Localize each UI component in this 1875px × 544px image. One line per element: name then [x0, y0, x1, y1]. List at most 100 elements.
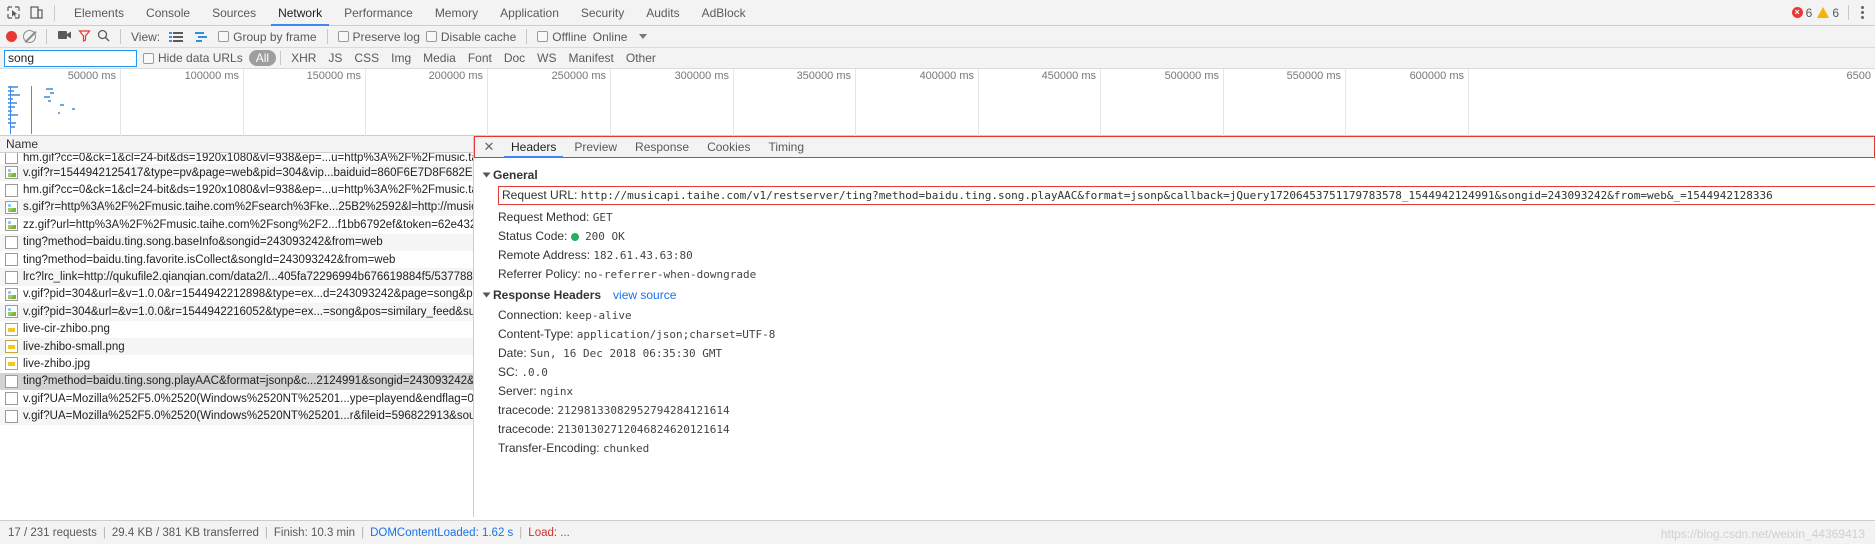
- response-header-key: Date:: [498, 346, 531, 360]
- checkbox-box: [218, 31, 230, 42]
- table-row[interactable]: hm.gif?cc=0&ck=1&cl=24-bit&ds=1920x1080&…: [0, 181, 473, 198]
- tab-preview[interactable]: Preview: [565, 136, 626, 158]
- document-icon: [5, 374, 18, 388]
- toggle-device-toolbar-icon[interactable]: [29, 5, 44, 20]
- response-header-value: Sun, 16 Dec 2018 06:35:30 GMT: [530, 347, 723, 360]
- watermark-text: https://blog.csdn.net/weixin_44369413: [1660, 527, 1865, 541]
- request-method-key: Request Method:: [498, 210, 590, 224]
- column-header-name[interactable]: Name: [0, 136, 473, 153]
- network-overview[interactable]: 50000 ms 100000 ms 150000 ms 200000 ms 25000…: [0, 69, 1875, 136]
- hide-data-urls-checkbox[interactable]: Hide data URLs: [143, 51, 243, 65]
- close-icon[interactable]: ✕: [480, 138, 498, 156]
- tab-sources[interactable]: Sources: [201, 0, 267, 26]
- timeline-tick-label: 250000 ms: [551, 70, 606, 82]
- tab-adblock[interactable]: AdBlock: [691, 0, 757, 26]
- more-options-icon[interactable]: [1858, 4, 1867, 21]
- request-rows: hm.gif?cc=0&ck=1&cl=24-bit&ds=1920x1080&…: [0, 153, 473, 425]
- filter-type-ws[interactable]: WS: [531, 50, 562, 66]
- table-row[interactable]: v.gif?pid=304&url=&v=1.0.0&r=15449422160…: [0, 303, 473, 321]
- tab-performance[interactable]: Performance: [333, 0, 424, 26]
- table-row[interactable]: ting?method=baidu.ting.favorite.isCollec…: [0, 251, 473, 268]
- request-list[interactable]: Name hm.gif?cc=0&ck=1&cl=24-bit&ds=1920x…: [0, 136, 474, 517]
- table-row[interactable]: zz.gif?url=http%3A%2F%2Fmusic.taihe.com%…: [0, 216, 473, 233]
- table-row[interactable]: v.gif?UA=Mozilla%252F5.0%2520(Windows%25…: [0, 407, 473, 425]
- tab-timing[interactable]: Timing: [759, 136, 813, 158]
- throttling-value[interactable]: Online: [593, 30, 628, 44]
- resource-type-filters: All XHR JS CSS Img Media Font Doc WS Man…: [248, 50, 662, 66]
- inspect-element-icon[interactable]: [6, 5, 21, 20]
- response-headers-list: Connection: keep-alive Content-Type: appl…: [484, 306, 1875, 458]
- table-row[interactable]: live-cir-zhibo.png: [0, 321, 473, 338]
- divider: |: [361, 526, 365, 539]
- request-url-row: Request URL: http://musicapi.taihe.com/v…: [498, 186, 1875, 205]
- overview-request-bar: [58, 112, 60, 114]
- group-by-frame-checkbox[interactable]: Group by frame: [218, 30, 317, 44]
- preserve-log-checkbox[interactable]: Preserve log: [337, 30, 420, 44]
- table-row[interactable]: v.gif?UA=Mozilla%252F5.0%2520(Windows%25…: [0, 390, 473, 407]
- list-view-icon[interactable]: [166, 30, 186, 44]
- tab-audits[interactable]: Audits: [635, 0, 690, 26]
- referrer-policy-row: Referrer Policy: no-referrer-when-downgr…: [484, 265, 1875, 284]
- request-name: live-zhibo-small.png: [23, 340, 125, 353]
- tab-response[interactable]: Response: [626, 136, 698, 158]
- tab-console[interactable]: Console: [135, 0, 201, 26]
- filter-type-manifest[interactable]: Manifest: [563, 50, 620, 66]
- error-badge[interactable]: × 6: [1791, 6, 1812, 20]
- waterfall-view-icon[interactable]: [192, 30, 212, 44]
- response-header-value: keep-alive: [565, 309, 632, 322]
- table-row[interactable]: ting?method=baidu.ting.song.baseInfo&son…: [0, 233, 473, 251]
- overview-request-bar: [46, 88, 53, 90]
- tab-elements[interactable]: Elements: [63, 0, 135, 26]
- checkbox-box: [337, 31, 349, 42]
- table-row[interactable]: s.gif?r=http%3A%2F%2Fmusic.taihe.com%2Fs…: [0, 198, 473, 217]
- filter-type-xhr[interactable]: XHR: [285, 50, 322, 66]
- table-row[interactable]: lrc?lrc_link=http://qukufile2.qianqian.c…: [0, 268, 473, 286]
- clear-icon[interactable]: [23, 30, 36, 43]
- view-source-link[interactable]: view source: [613, 288, 676, 302]
- table-row[interactable]: v.gif?pid=304&url=&v=1.0.0&r=15449422128…: [0, 286, 473, 303]
- tab-network[interactable]: Network: [267, 0, 333, 26]
- load-time: Load: ...: [528, 526, 570, 539]
- request-count: 17 / 231 requests: [8, 526, 97, 539]
- filter-icon[interactable]: [78, 29, 91, 45]
- request-name: v.gif?pid=304&url=&v=1.0.0&r=15449422160…: [23, 305, 473, 318]
- request-url-key: Request URL:: [502, 188, 578, 202]
- filter-type-media[interactable]: Media: [417, 50, 462, 66]
- response-header-row: Date: Sun, 16 Dec 2018 06:35:30 GMT: [484, 344, 1875, 363]
- offline-checkbox[interactable]: Offline: [537, 30, 587, 44]
- tab-headers[interactable]: Headers: [502, 136, 565, 158]
- table-row[interactable]: hm.gif?cc=0&ck=1&cl=24-bit&ds=1920x1080&…: [0, 153, 473, 164]
- tab-application[interactable]: Application: [489, 0, 570, 26]
- document-icon: [5, 183, 18, 197]
- document-icon: [5, 392, 18, 406]
- search-icon[interactable]: [97, 29, 110, 45]
- response-headers-section-title[interactable]: Response Headers view source: [482, 288, 1875, 302]
- table-row[interactable]: live-zhibo.jpg: [0, 355, 473, 372]
- tab-memory[interactable]: Memory: [424, 0, 489, 26]
- timeline-tick-label: 100000 ms: [184, 70, 239, 82]
- filter-type-img[interactable]: Img: [385, 50, 417, 66]
- table-row[interactable]: ting?method=baidu.ting.song.playAAC&form…: [0, 372, 473, 391]
- table-row[interactable]: v.gif?r=1544942125417&type=pv&page=web&p…: [0, 164, 473, 182]
- filter-input[interactable]: [4, 49, 137, 67]
- tab-security[interactable]: Security: [570, 0, 635, 26]
- chevron-down-icon[interactable]: [639, 34, 648, 39]
- tab-cookies[interactable]: Cookies: [698, 136, 759, 158]
- capture-screenshots-icon[interactable]: [57, 29, 72, 44]
- disable-cache-checkbox[interactable]: Disable cache: [425, 30, 516, 44]
- filter-type-all[interactable]: All: [248, 50, 277, 66]
- filter-type-css[interactable]: CSS: [348, 50, 385, 66]
- warning-badge[interactable]: 6: [1817, 6, 1839, 20]
- general-label: General: [493, 168, 538, 182]
- request-name: v.gif?pid=304&url=&v=1.0.0&r=15449422128…: [23, 288, 473, 301]
- filter-type-font[interactable]: Font: [462, 50, 498, 66]
- record-icon[interactable]: [6, 31, 17, 42]
- table-row[interactable]: live-zhibo-small.png: [0, 337, 473, 356]
- png-icon: [5, 357, 18, 371]
- error-icon: ×: [1791, 7, 1803, 18]
- divider: [120, 29, 121, 44]
- filter-type-other[interactable]: Other: [620, 50, 662, 66]
- filter-type-doc[interactable]: Doc: [498, 50, 531, 66]
- general-section-title[interactable]: General: [482, 168, 1875, 182]
- filter-type-js[interactable]: JS: [322, 50, 348, 66]
